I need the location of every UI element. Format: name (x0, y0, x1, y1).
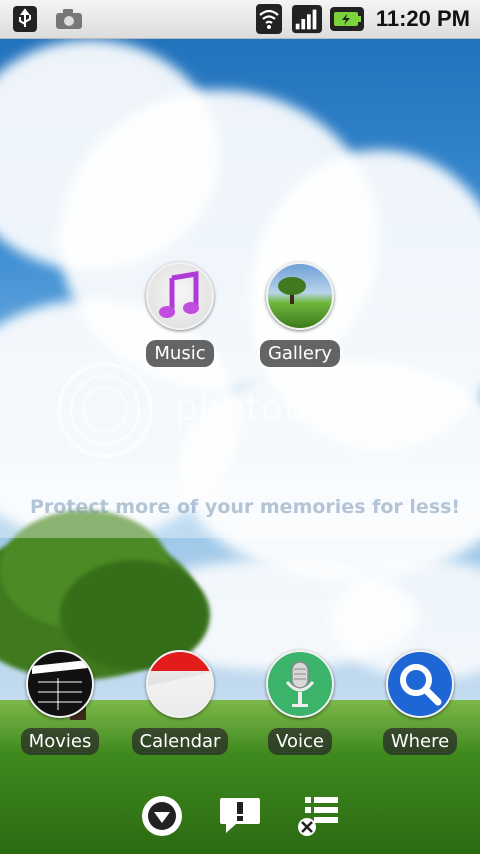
app-gallery[interactable]: Gallery (240, 262, 360, 367)
watermark-brand: photobucket (175, 388, 412, 429)
status-bar: 11:20 PM (0, 0, 480, 39)
app-label: Music (146, 340, 214, 367)
photobucket-logo-icon (57, 362, 153, 458)
movies-icon (26, 650, 94, 718)
app-label: Where (382, 728, 458, 755)
calendar-icon (146, 650, 214, 718)
app-label: Gallery (259, 340, 341, 367)
gallery-icon (266, 262, 334, 330)
app-music[interactable]: Music (120, 262, 240, 367)
battery-charging-icon (329, 4, 364, 34)
music-icon (146, 262, 214, 330)
app-label: Calendar (131, 728, 229, 755)
notification-icon (220, 798, 260, 833)
app-label: Voice (268, 728, 332, 755)
usb-icon (10, 4, 40, 34)
app-label: Movies (20, 728, 100, 755)
app-movies[interactable]: Movies (0, 650, 120, 755)
app-voice[interactable]: Voice (240, 650, 360, 755)
app-drawer-icon (142, 796, 182, 836)
status-clock: 11:20 PM (375, 6, 470, 31)
app-drawer-button[interactable] (138, 792, 186, 840)
dock (0, 786, 480, 846)
search-icon (386, 650, 454, 718)
app-where[interactable]: Where (360, 650, 480, 755)
app-calendar[interactable]: Calendar (120, 650, 240, 755)
signal-icon (291, 4, 322, 34)
settings-list-icon (298, 797, 338, 836)
settings-list-button[interactable] (294, 792, 342, 840)
watermark-tagline: Protect more of your memories for less! (30, 496, 461, 518)
wifi-icon (254, 4, 284, 34)
microphone-icon (266, 650, 334, 718)
notification-button[interactable] (216, 792, 264, 840)
camera-icon (54, 4, 84, 34)
